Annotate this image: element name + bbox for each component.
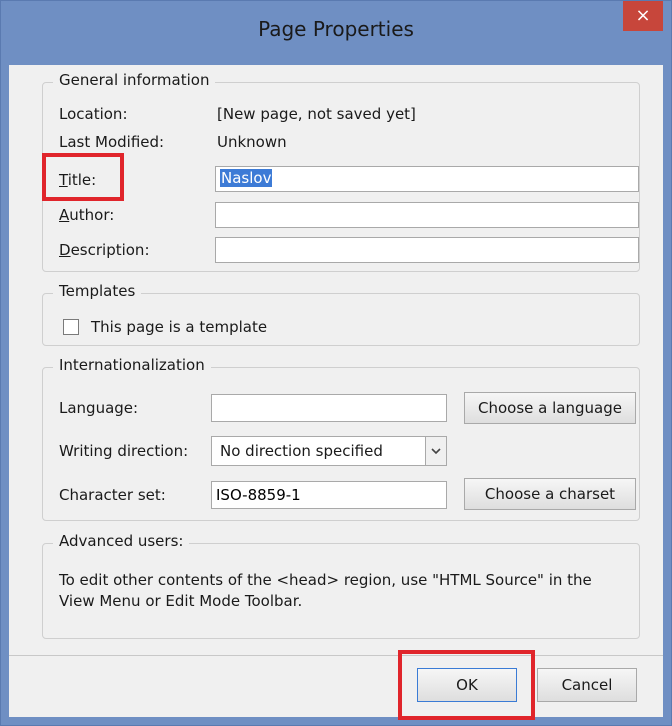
language-field[interactable] xyxy=(211,394,447,422)
description-label-accelerator: D xyxy=(59,241,71,259)
location-label: Location: xyxy=(59,105,128,123)
author-label-rest: uthor: xyxy=(69,206,115,224)
advanced-users-text: To edit other contents of the <head> reg… xyxy=(59,571,592,610)
character-set-label: Character set: xyxy=(59,486,166,504)
choose-language-button[interactable]: Choose a language xyxy=(464,392,636,424)
page-properties-dialog: Page Properties × General information Lo… xyxy=(0,0,672,726)
templates-legend: Templates xyxy=(53,282,142,300)
dialog-title: Page Properties xyxy=(258,17,414,41)
button-separator xyxy=(9,655,663,656)
ok-highlight-box xyxy=(398,650,535,720)
template-checkbox-label[interactable]: This page is a template xyxy=(91,318,267,336)
cancel-button[interactable]: Cancel xyxy=(537,668,637,702)
writing-direction-value: No direction specified xyxy=(220,442,383,460)
author-field[interactable] xyxy=(215,202,639,228)
description-label-rest: escription: xyxy=(70,241,150,259)
description-label: Description: xyxy=(59,241,150,259)
last-modified-value: Unknown xyxy=(217,133,287,151)
character-set-field[interactable] xyxy=(211,481,447,509)
title-bar[interactable]: Page Properties × xyxy=(1,1,671,65)
dropdown-arrow[interactable] xyxy=(425,437,446,465)
general-information-legend: General information xyxy=(53,71,216,89)
location-value: [New page, not saved yet] xyxy=(217,105,416,123)
writing-direction-label: Writing direction: xyxy=(59,442,189,460)
template-checkbox[interactable] xyxy=(63,319,79,335)
choose-charset-button[interactable]: Choose a charset xyxy=(464,478,636,510)
advanced-users-legend: Advanced users: xyxy=(53,532,190,550)
dialog-body: General information Location: [New page,… xyxy=(9,65,663,720)
title-highlight-box xyxy=(42,153,124,201)
internationalization-legend: Internationalization xyxy=(53,356,211,374)
close-icon[interactable]: × xyxy=(623,1,663,31)
description-field[interactable] xyxy=(215,237,639,263)
author-label-accelerator: A xyxy=(59,206,70,224)
language-label: Language: xyxy=(59,399,139,417)
title-field[interactable]: Naslov xyxy=(215,166,639,192)
author-label: Author: xyxy=(59,206,114,224)
title-field-value: Naslov xyxy=(220,169,273,187)
last-modified-label: Last Modified: xyxy=(59,133,165,151)
writing-direction-select[interactable]: No direction specified xyxy=(211,436,447,466)
chevron-down-icon xyxy=(431,448,441,455)
